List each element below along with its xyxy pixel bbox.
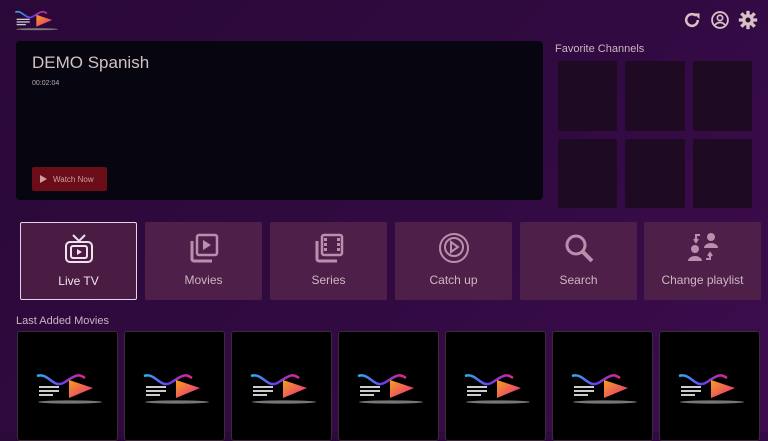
favorite-slot[interactable] (693, 61, 752, 131)
menu-label: Live TV (58, 274, 98, 288)
menu-label: Search (559, 273, 597, 287)
poster-logo (142, 370, 212, 406)
featured-hero: DEMO Spanish 00:02:04 Watch Now (16, 41, 543, 200)
change-playlist-icon (686, 231, 720, 265)
movie-poster[interactable] (338, 331, 439, 441)
menu-live-tv[interactable]: Live TV (20, 222, 137, 300)
favorite-slot[interactable] (558, 139, 617, 209)
menu-label: Change playlist (661, 273, 743, 287)
watch-now-button[interactable]: Watch Now (32, 167, 107, 191)
refresh-icon[interactable] (682, 10, 702, 30)
movie-poster[interactable] (445, 331, 546, 441)
favorites-grid (558, 61, 752, 208)
watch-now-label: Watch Now (53, 175, 94, 184)
poster-logo (570, 370, 640, 406)
favorite-slot[interactable] (625, 61, 684, 131)
menu-movies[interactable]: Movies (145, 222, 262, 300)
favorites-heading: Favorite Channels (555, 43, 644, 55)
movie-poster[interactable] (552, 331, 653, 441)
account-icon[interactable] (710, 10, 730, 30)
poster-logo (463, 370, 533, 406)
hero-time: 00:02:04 (32, 80, 59, 87)
last-added-heading: Last Added Movies (16, 315, 109, 327)
movie-poster[interactable] (124, 331, 225, 441)
menu-label: Series (311, 273, 345, 287)
menu-label: Catch up (429, 273, 477, 287)
tv-icon (62, 232, 96, 266)
menu-label: Movies (184, 273, 222, 287)
favorite-slot[interactable] (558, 61, 617, 131)
poster-logo (677, 370, 747, 406)
movies-icon (187, 231, 221, 265)
poster-logo (249, 370, 319, 406)
settings-icon[interactable] (738, 10, 758, 30)
search-icon (562, 231, 596, 265)
movie-poster[interactable] (231, 331, 332, 441)
movie-poster[interactable] (17, 331, 118, 441)
poster-logo (35, 370, 105, 406)
movie-poster[interactable] (659, 331, 760, 441)
header-actions (682, 10, 758, 30)
app-logo (14, 6, 60, 34)
favorite-slot[interactable] (625, 139, 684, 209)
play-icon (40, 175, 47, 183)
menu-search[interactable]: Search (520, 222, 637, 300)
menu-change-playlist[interactable]: Change playlist (644, 222, 761, 300)
menu-series[interactable]: Series (270, 222, 387, 300)
catchup-icon (437, 231, 471, 265)
series-icon (312, 231, 346, 265)
favorite-slot[interactable] (693, 139, 752, 209)
menu-catch-up[interactable]: Catch up (395, 222, 512, 300)
poster-logo (356, 370, 426, 406)
hero-title: DEMO Spanish (32, 53, 149, 73)
